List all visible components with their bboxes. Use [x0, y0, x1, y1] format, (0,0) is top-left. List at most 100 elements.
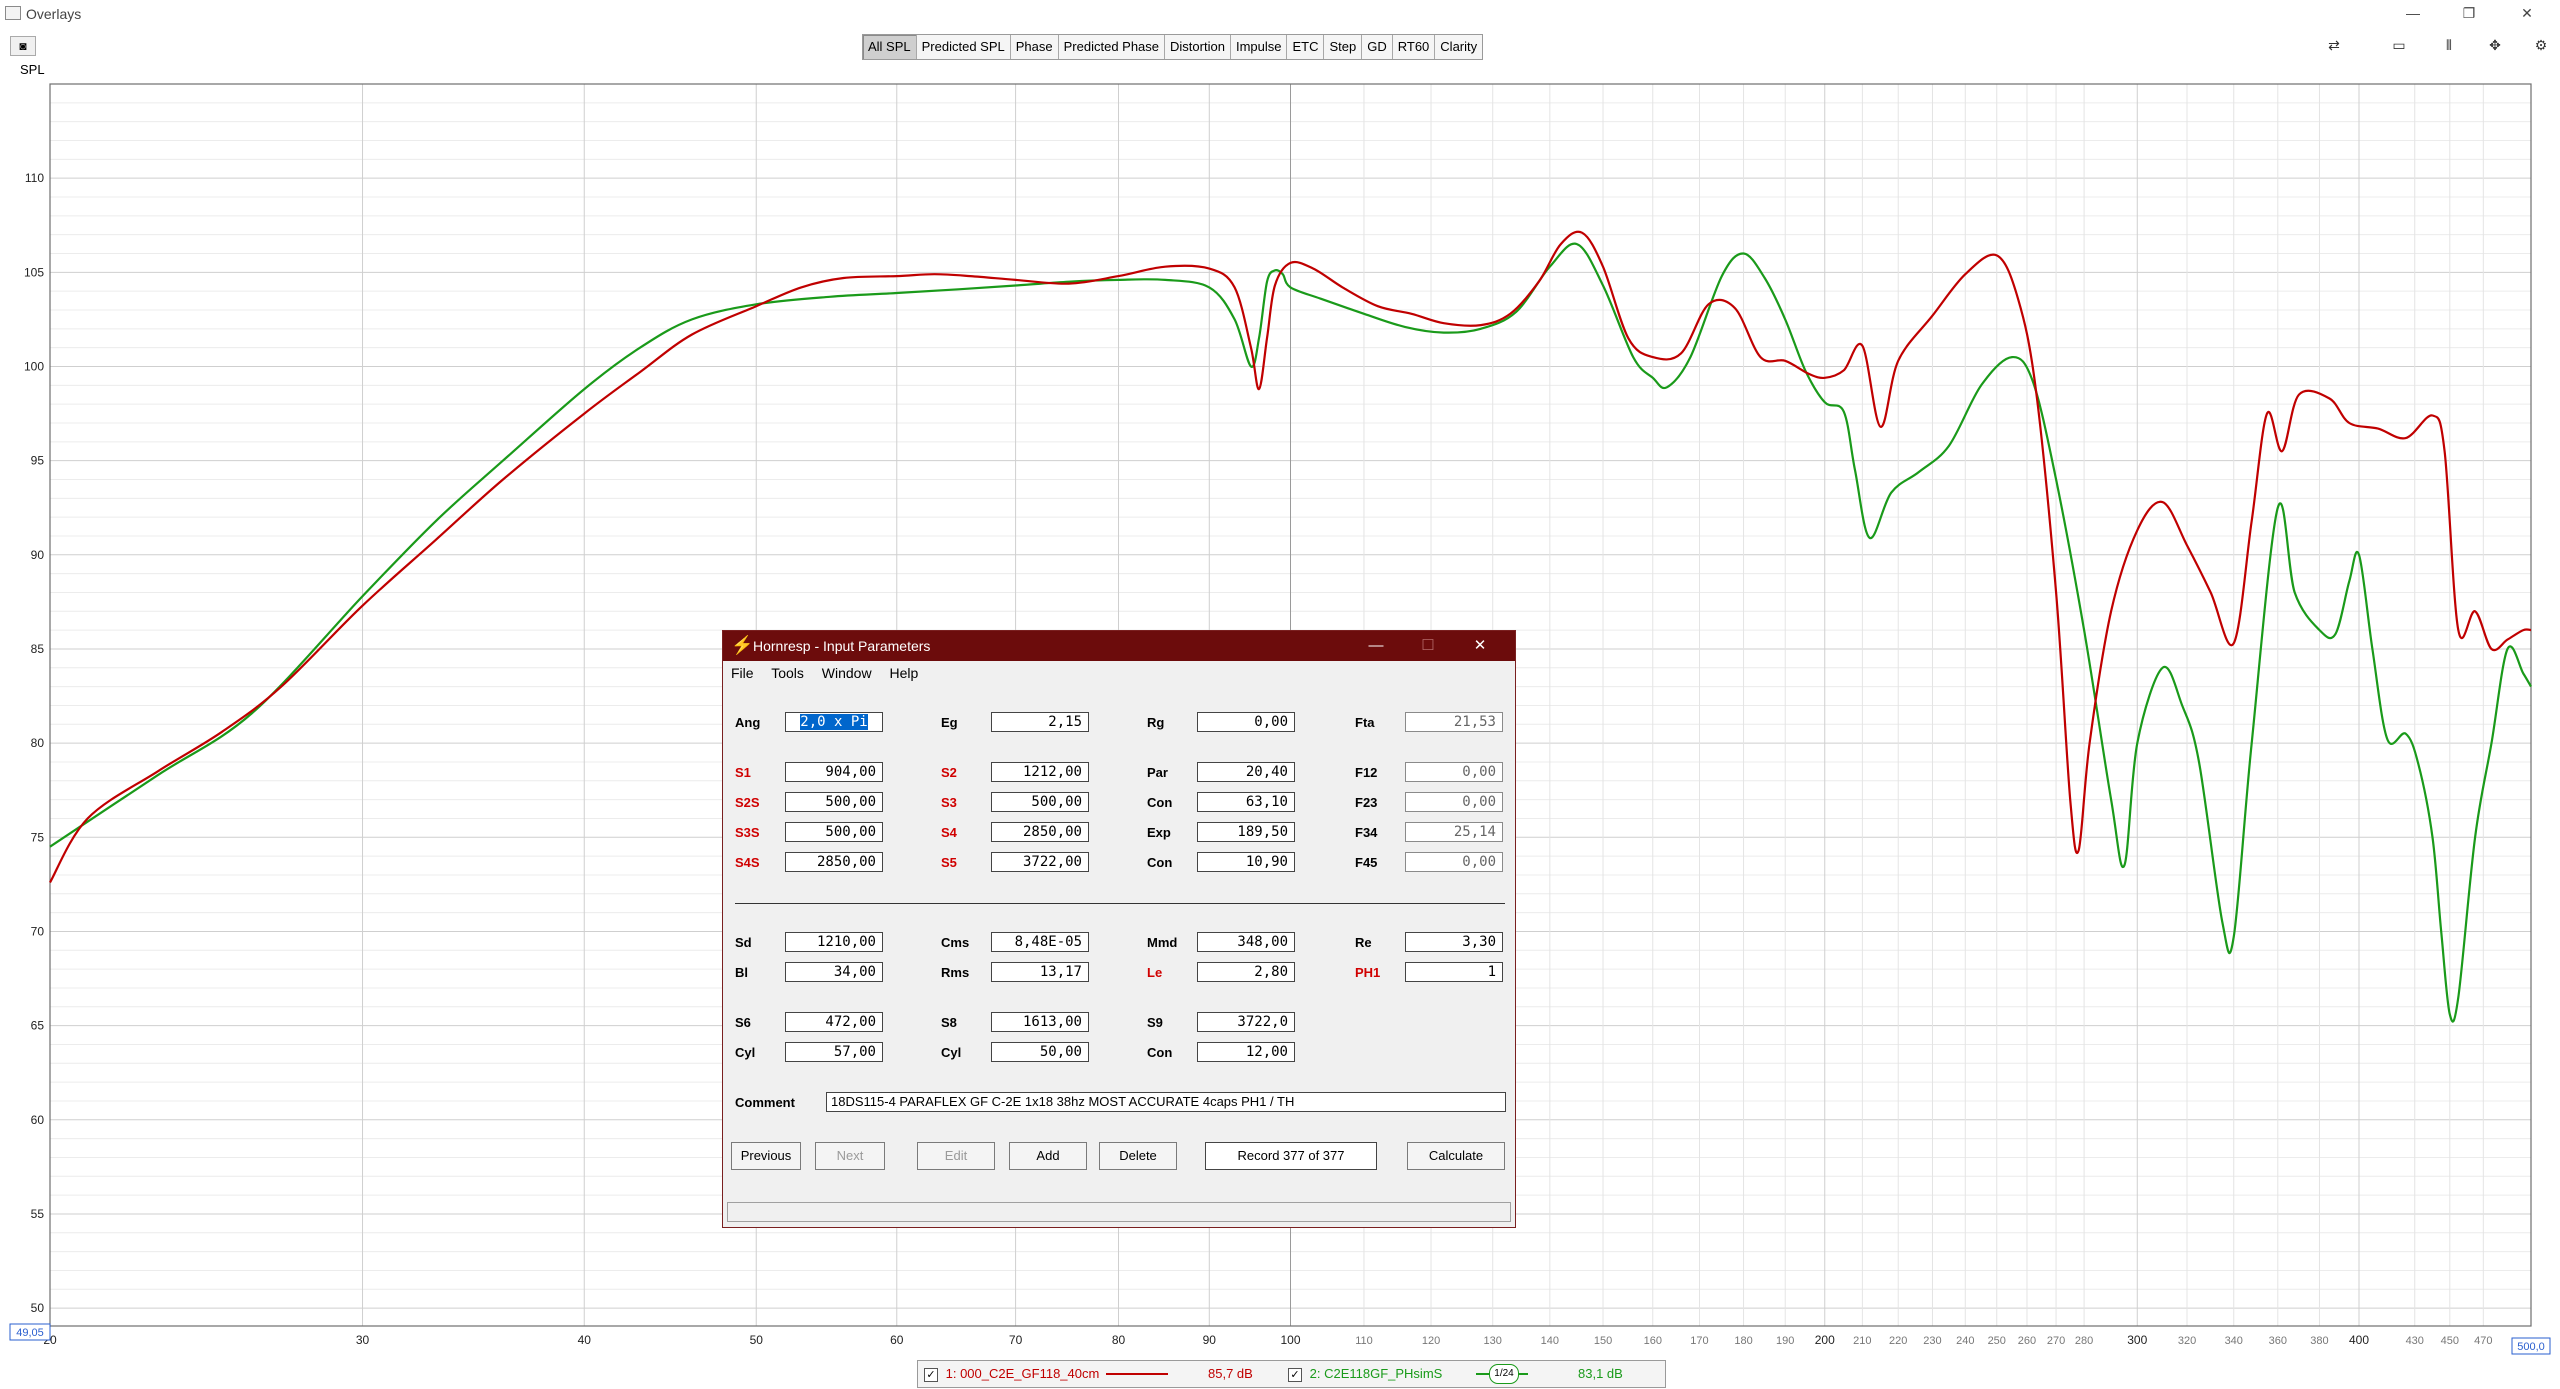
field-le[interactable]: 2,80 [1197, 962, 1295, 982]
field-rg[interactable]: 0,00 [1197, 712, 1295, 732]
label-bl: Bl [735, 965, 748, 980]
tab-predicted-phase[interactable]: Predicted Phase [1058, 35, 1166, 59]
minimize-button[interactable]: — [2402, 4, 2424, 22]
controls-icon[interactable]: ⇄ [2318, 32, 2350, 58]
tab-etc[interactable]: ETC [1287, 35, 1325, 59]
field-ph1[interactable]: 1 [1405, 962, 1503, 982]
legend-item-1[interactable]: ✓ 1: 000_C2E_GF118_40cm [924, 1365, 1099, 1383]
label-rg: Rg [1147, 715, 1165, 730]
x-tick-label: 470 [2474, 1335, 2492, 1347]
legend-toggle-icon[interactable]: ▭ [2382, 32, 2416, 58]
tab-clarity[interactable]: Clarity [1435, 35, 1483, 59]
settings-icon[interactable]: ⚙ [2526, 32, 2556, 58]
y-tick-label: 110 [25, 171, 44, 185]
field-cyl-2[interactable]: 50,00 [991, 1042, 1089, 1062]
field-mmd[interactable]: 348,00 [1197, 932, 1295, 952]
field-s3s[interactable]: 500,00 [785, 822, 883, 842]
menu-help[interactable]: Help [889, 665, 918, 681]
legend-level-1: 85,7 dB [1208, 1366, 1253, 1381]
field-par[interactable]: 20,40 [1197, 762, 1295, 782]
y-tick-label: 100 [24, 359, 44, 373]
tab-rt60[interactable]: RT60 [1392, 35, 1436, 59]
tab-impulse[interactable]: Impulse [1230, 35, 1288, 59]
menu-file[interactable]: File [731, 665, 754, 681]
field-s4[interactable]: 2850,00 [991, 822, 1089, 842]
field-s9[interactable]: 3722,0 [1197, 1012, 1295, 1032]
add-button[interactable]: Add [1009, 1142, 1087, 1170]
x-min-label[interactable]: 49,05 [16, 1327, 44, 1339]
menu-tools[interactable]: Tools [771, 665, 804, 681]
field-con-1[interactable]: 63,10 [1197, 792, 1295, 812]
field-s8[interactable]: 1613,00 [991, 1012, 1089, 1032]
y-tick-label: 80 [31, 736, 45, 750]
field-exp[interactable]: 189,50 [1197, 822, 1295, 842]
field-bl[interactable]: 34,00 [785, 962, 883, 982]
section-divider [735, 903, 1505, 904]
menu-window[interactable]: Window [822, 665, 872, 681]
label-par: Par [1147, 765, 1168, 780]
field-s6[interactable]: 472,00 [785, 1012, 883, 1032]
dialog-minimize-button[interactable]: — [1361, 635, 1391, 657]
previous-button[interactable]: Previous [731, 1142, 801, 1170]
label-s4: S4 [941, 825, 957, 840]
field-cyl-1[interactable]: 57,00 [785, 1042, 883, 1062]
comment-field[interactable]: 18DS115-4 PARAFLEX GF C-2E 1x18 38hz MOS… [826, 1092, 1506, 1112]
restore-button[interactable]: ❐ [2458, 4, 2480, 22]
calculate-button[interactable]: Calculate [1407, 1142, 1505, 1170]
field-re[interactable]: 3,30 [1405, 932, 1503, 952]
x-tick-label: 240 [1956, 1335, 1974, 1347]
field-con-3[interactable]: 12,00 [1197, 1042, 1295, 1062]
field-s2[interactable]: 1212,00 [991, 762, 1089, 782]
field-eg[interactable]: 2,15 [991, 712, 1089, 732]
label-con-3: Con [1147, 1045, 1173, 1060]
x-tick-label: 140 [1541, 1335, 1559, 1347]
field-s5[interactable]: 3722,00 [991, 852, 1089, 872]
label-s9: S9 [1147, 1015, 1163, 1030]
smoothing-badge[interactable]: 1/24 [1489, 1364, 1519, 1384]
legend-checkbox-1[interactable]: ✓ [924, 1367, 938, 1382]
legend-checkbox-2[interactable]: ✓ [1288, 1367, 1302, 1382]
field-sd[interactable]: 1210,00 [785, 932, 883, 952]
delete-button[interactable]: Delete [1099, 1142, 1177, 1170]
y-tick-label: 50 [31, 1301, 45, 1315]
x-tick-label: 60 [890, 1333, 904, 1347]
x-tick-label: 70 [1009, 1333, 1023, 1347]
label-exp: Exp [1147, 825, 1171, 840]
tab-distortion[interactable]: Distortion [1165, 35, 1231, 59]
next-button: Next [815, 1142, 885, 1170]
x-tick-label: 270 [2047, 1335, 2065, 1347]
x-min-box[interactable]: 49,05 [9, 1323, 51, 1341]
tab-all-spl[interactable]: All SPL [863, 35, 917, 59]
tab-gd[interactable]: GD [1362, 35, 1393, 59]
graph-type-tabs: All SPL Predicted SPL Phase Predicted Ph… [862, 34, 1484, 60]
x-tick-label: 340 [2225, 1335, 2243, 1347]
grid-toggle-icon[interactable]: ⫴ [2432, 32, 2466, 58]
legend-item-2[interactable]: ✓ 2: C2E118GF_PHsimS [1288, 1365, 1442, 1383]
move-icon[interactable]: ✥ [2478, 32, 2512, 58]
label-s3: S3 [941, 795, 957, 810]
x-max-label[interactable]: 500,0 [2517, 1341, 2545, 1353]
field-s2s[interactable]: 500,00 [785, 792, 883, 812]
field-ang[interactable]: 2,0 x Pi [785, 712, 883, 732]
field-ang-value: 2,0 x Pi [800, 714, 868, 730]
x-tick-label: 50 [750, 1333, 764, 1347]
dialog-status-bar [727, 1202, 1511, 1222]
close-button[interactable]: ✕ [2516, 4, 2538, 22]
label-s2: S2 [941, 765, 957, 780]
field-rms[interactable]: 13,17 [991, 962, 1089, 982]
window-title: Overlays [26, 6, 82, 22]
field-con-2[interactable]: 10,90 [1197, 852, 1295, 872]
field-cms[interactable]: 8,48E-05 [991, 932, 1089, 952]
x-tick-label: 130 [1484, 1335, 1502, 1347]
tab-step[interactable]: Step [1324, 35, 1363, 59]
tab-predicted-spl[interactable]: Predicted SPL [916, 35, 1011, 59]
x-tick-label: 400 [2349, 1333, 2369, 1347]
field-s3[interactable]: 500,00 [991, 792, 1089, 812]
dialog-close-button[interactable]: ✕ [1465, 635, 1495, 657]
label-con-2: Con [1147, 855, 1173, 870]
x-max-box[interactable]: 500,0 [2511, 1337, 2551, 1355]
tab-phase[interactable]: Phase [1010, 35, 1059, 59]
field-s4s[interactable]: 2850,00 [785, 852, 883, 872]
camera-icon[interactable]: ◙ [10, 36, 36, 56]
field-s1[interactable]: 904,00 [785, 762, 883, 782]
